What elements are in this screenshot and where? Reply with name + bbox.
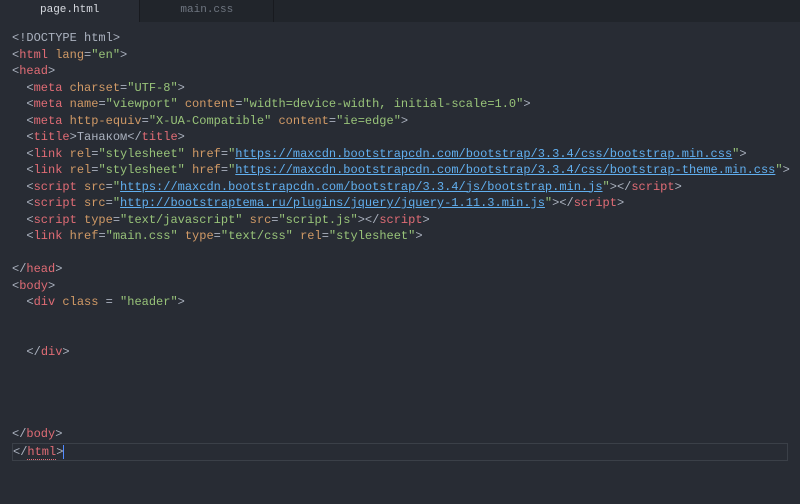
- code-line: [12, 393, 788, 410]
- url-link[interactable]: https://maxcdn.bootstrapcdn.com/bootstra…: [235, 163, 775, 177]
- code-line: [12, 311, 788, 328]
- code-line: <meta name="viewport" content="width=dev…: [12, 96, 788, 113]
- tab-page-html[interactable]: page.html: [0, 0, 140, 22]
- code-line: <html lang="en">: [12, 47, 788, 64]
- code-line: [12, 377, 788, 394]
- tabs-bar: page.html main.css: [0, 0, 800, 22]
- code-line: <body>: [12, 278, 788, 295]
- code-line: </body>: [12, 426, 788, 443]
- code-line: <div class = "header">: [12, 294, 788, 311]
- code-line: <script type="text/javascript" src="scri…: [12, 212, 788, 229]
- code-line: [12, 410, 788, 427]
- code-line: [12, 360, 788, 377]
- code-line: <script src="https://maxcdn.bootstrapcdn…: [12, 179, 788, 196]
- code-line: <title>Танаком</title>: [12, 129, 788, 146]
- code-line: <head>: [12, 63, 788, 80]
- code-line: </head>: [12, 261, 788, 278]
- url-link[interactable]: http://bootstraptema.ru/plugins/jquery/j…: [120, 196, 545, 210]
- code-line: <link rel="stylesheet" href="https://max…: [12, 146, 788, 163]
- code-line: <script src="http://bootstraptema.ru/plu…: [12, 195, 788, 212]
- url-link[interactable]: https://maxcdn.bootstrapcdn.com/bootstra…: [235, 147, 732, 161]
- code-editor[interactable]: <!DOCTYPE html> <html lang="en"> <head> …: [0, 22, 800, 469]
- code-line: [12, 327, 788, 344]
- code-line: <meta http-equiv="X-UA-Compatible" conte…: [12, 113, 788, 130]
- code-line: <meta charset="UTF-8">: [12, 80, 788, 97]
- url-link[interactable]: https://maxcdn.bootstrapcdn.com/bootstra…: [120, 180, 602, 194]
- code-line: </div>: [12, 344, 788, 361]
- code-line: <!DOCTYPE html>: [12, 30, 788, 47]
- code-line: <link rel="stylesheet" href="https://max…: [12, 162, 788, 179]
- text-cursor: [63, 445, 64, 459]
- code-line: <link href="main.css" type="text/css" re…: [12, 228, 788, 245]
- code-line-cursor: </html>: [12, 443, 788, 462]
- tab-main-css[interactable]: main.css: [140, 0, 274, 22]
- code-line: [12, 245, 788, 262]
